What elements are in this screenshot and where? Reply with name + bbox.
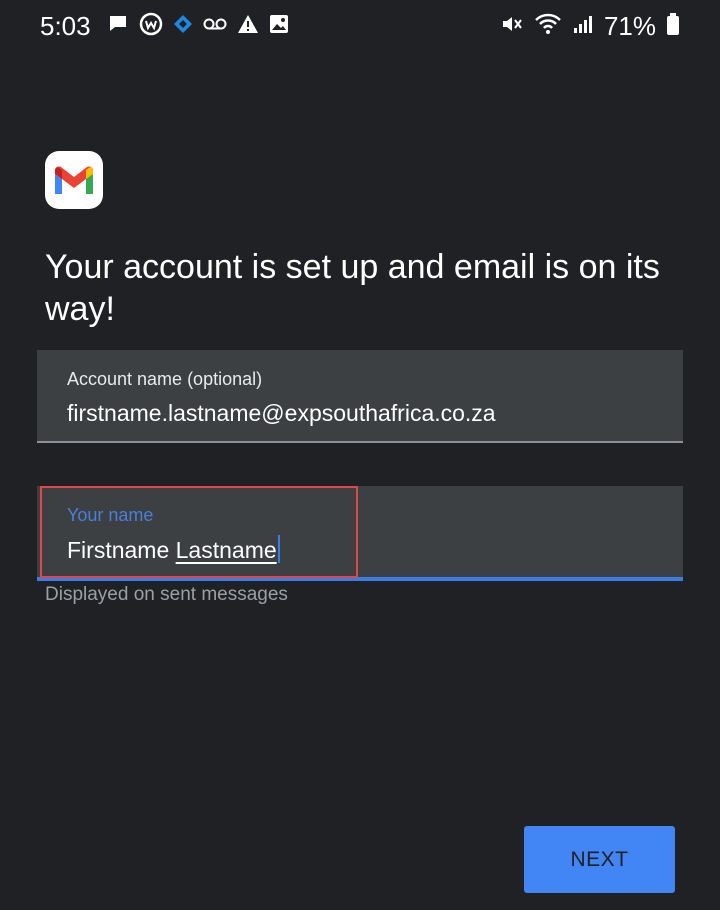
- page-title: Your account is set up and email is on i…: [45, 248, 660, 328]
- status-bar-right: 71%: [500, 11, 680, 42]
- status-bar: 5:03 71%: [0, 0, 720, 52]
- your-name-value[interactable]: Firstname Lastname: [67, 535, 280, 564]
- your-name-last: Lastname: [175, 537, 277, 563]
- signal-icon: [572, 13, 594, 40]
- wear-icon: [139, 12, 163, 41]
- account-name-field[interactable]: Account name (optional) firstname.lastna…: [37, 350, 683, 443]
- status-time: 5:03: [40, 10, 91, 41]
- account-name-label: Account name (optional): [67, 369, 263, 389]
- image-icon: [269, 14, 289, 39]
- warning-icon: [237, 14, 259, 39]
- next-button[interactable]: NEXT: [524, 826, 675, 893]
- mute-icon: [500, 12, 524, 41]
- your-name-label: Your name: [67, 505, 154, 525]
- account-name-value[interactable]: firstname.lastname@expsouthafrica.co.za: [67, 400, 496, 427]
- your-name-field[interactable]: Your name Firstname Lastname: [37, 486, 683, 581]
- text-cursor: [277, 535, 280, 563]
- diamond-icon: [173, 14, 193, 39]
- status-bar-left: 5:03: [40, 11, 289, 42]
- battery-percent: 71%: [603, 10, 656, 41]
- chat-icon: [107, 13, 129, 40]
- your-name-helper-text: Displayed on sent messages: [45, 584, 288, 605]
- your-name-first: Firstname: [67, 537, 170, 563]
- wifi-icon: [534, 12, 562, 41]
- voicemail-icon: [203, 17, 227, 36]
- gmail-logo-icon: [45, 151, 103, 209]
- battery-icon: [666, 12, 680, 41]
